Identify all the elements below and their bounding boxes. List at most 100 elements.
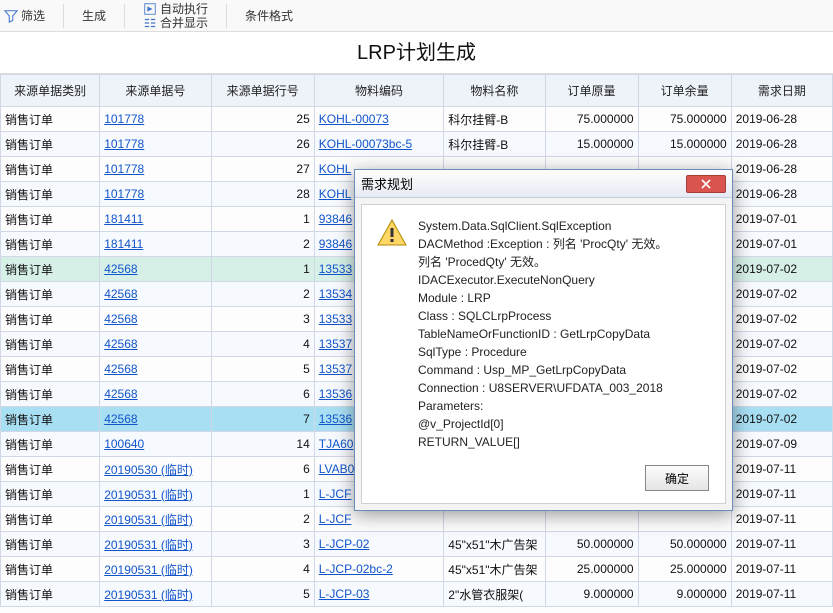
cell-doc-type: 销售订单: [1, 232, 100, 257]
cell-material-code[interactable]: L-JCP-03: [314, 582, 444, 607]
cell-doc-no[interactable]: 20190530 (临时): [100, 457, 211, 482]
close-icon: [701, 179, 711, 189]
toolbar: 筛选 生成 自动执行 合并显示 条件格式: [0, 0, 833, 32]
cell-doc-no[interactable]: 42568: [100, 357, 211, 382]
column-header[interactable]: 来源单据行号: [211, 75, 314, 107]
merge-display-button[interactable]: 合并显示: [143, 16, 208, 30]
cell-doc-no[interactable]: 42568: [100, 407, 211, 432]
cell-remain-qty: 75.000000: [638, 107, 731, 132]
cell-doc-no[interactable]: 42568: [100, 382, 211, 407]
cell-doc-no[interactable]: 42568: [100, 257, 211, 282]
cell-doc-no[interactable]: 20190531 (临时): [100, 582, 211, 607]
table-row[interactable]: 销售订单20190531 (临时)4L-JCP-02bc-245"x51"木广告…: [1, 557, 833, 582]
table-row[interactable]: 销售订单20190531 (临时)3L-JCP-0245"x51"木广告架50.…: [1, 532, 833, 557]
cell-demand-date: 2019-07-11: [731, 582, 832, 607]
cell-doc-no[interactable]: 101778: [100, 157, 211, 182]
generate-label: 生成: [82, 7, 106, 24]
cell-doc-no[interactable]: 20190531 (临时): [100, 507, 211, 532]
cell-doc-no[interactable]: 101778: [100, 132, 211, 157]
cell-doc-no[interactable]: 20190531 (临时): [100, 482, 211, 507]
cell-doc-type: 销售订单: [1, 557, 100, 582]
cell-doc-type: 销售订单: [1, 407, 100, 432]
cond-format-button[interactable]: 条件格式: [245, 7, 293, 24]
cell-doc-no[interactable]: 20190531 (临时): [100, 532, 211, 557]
dialog-ok-button[interactable]: 确定: [645, 465, 709, 491]
column-header[interactable]: 物料名称: [444, 75, 545, 107]
cell-line-no: 14: [211, 432, 314, 457]
cell-line-no: 1: [211, 482, 314, 507]
cell-line-no: 5: [211, 582, 314, 607]
cell-line-no: 6: [211, 382, 314, 407]
column-header[interactable]: 来源单据号: [100, 75, 211, 107]
cell-remain-qty: 9.000000: [638, 582, 731, 607]
cell-line-no: 28: [211, 182, 314, 207]
autorun-label: 自动执行: [160, 2, 208, 16]
table-row[interactable]: 销售订单10177826KOHL-00073bc-5科尔挂臂-B15.00000…: [1, 132, 833, 157]
cell-material-code[interactable]: KOHL-00073bc-5: [314, 132, 444, 157]
table-row[interactable]: 销售订单10177825KOHL-00073科尔挂臂-B75.00000075.…: [1, 107, 833, 132]
cell-material-name: 45"x51"木广告架: [444, 532, 545, 557]
cell-line-no: 2: [211, 232, 314, 257]
cell-line-no: 7: [211, 407, 314, 432]
merge-icon: [143, 16, 157, 30]
cell-doc-no[interactable]: 42568: [100, 307, 211, 332]
cell-doc-type: 销售订单: [1, 182, 100, 207]
column-header[interactable]: 需求日期: [731, 75, 832, 107]
cell-remain-qty: 25.000000: [638, 557, 731, 582]
dialog-body: System.Data.SqlClient.SqlException DACMe…: [361, 204, 726, 504]
cond-format-label: 条件格式: [245, 7, 293, 24]
cell-doc-no[interactable]: 101778: [100, 182, 211, 207]
column-header[interactable]: 订单余量: [638, 75, 731, 107]
cell-doc-type: 销售订单: [1, 582, 100, 607]
filter-label: 筛选: [21, 7, 45, 24]
cell-order-qty: 75.000000: [545, 107, 638, 132]
cell-doc-type: 销售订单: [1, 482, 100, 507]
cell-doc-no[interactable]: 42568: [100, 332, 211, 357]
cell-demand-date: 2019-07-01: [731, 232, 832, 257]
warning-icon: [376, 217, 408, 249]
column-header[interactable]: 订单原量: [545, 75, 638, 107]
cell-doc-no[interactable]: 20190531 (临时): [100, 557, 211, 582]
cell-demand-date: 2019-07-02: [731, 332, 832, 357]
cell-line-no: 3: [211, 307, 314, 332]
cell-line-no: 1: [211, 207, 314, 232]
cell-doc-type: 销售订单: [1, 282, 100, 307]
cell-line-no: 27: [211, 157, 314, 182]
cell-material-code[interactable]: L-JCP-02bc-2: [314, 557, 444, 582]
cell-doc-no[interactable]: 42568: [100, 282, 211, 307]
generate-button[interactable]: 生成: [82, 7, 106, 24]
cell-doc-type: 销售订单: [1, 357, 100, 382]
column-header[interactable]: 来源单据类别: [1, 75, 100, 107]
dialog-title-bar[interactable]: 需求规划: [355, 170, 732, 198]
cell-doc-no[interactable]: 100640: [100, 432, 211, 457]
autorun-button[interactable]: 自动执行: [143, 2, 208, 16]
cell-doc-no[interactable]: 101778: [100, 107, 211, 132]
cell-line-no: 5: [211, 357, 314, 382]
cell-line-no: 2: [211, 282, 314, 307]
cell-demand-date: 2019-06-28: [731, 107, 832, 132]
cell-demand-date: 2019-06-28: [731, 182, 832, 207]
cell-line-no: 25: [211, 107, 314, 132]
cell-order-qty: 9.000000: [545, 582, 638, 607]
cell-material-code[interactable]: KOHL-00073: [314, 107, 444, 132]
cell-remain-qty: 50.000000: [638, 532, 731, 557]
cell-doc-type: 销售订单: [1, 107, 100, 132]
cell-doc-no[interactable]: 181411: [100, 207, 211, 232]
cell-demand-date: 2019-07-11: [731, 532, 832, 557]
table-row[interactable]: 销售订单20190531 (临时)5L-JCP-032"水管衣服架(9.0000…: [1, 582, 833, 607]
column-header[interactable]: 物料编码: [314, 75, 444, 107]
cell-remain-qty: 15.000000: [638, 132, 731, 157]
cell-material-code[interactable]: L-JCP-02: [314, 532, 444, 557]
cell-doc-type: 销售订单: [1, 507, 100, 532]
cell-doc-type: 销售订单: [1, 207, 100, 232]
cell-material-name: 45"x51"木广告架: [444, 557, 545, 582]
cell-demand-date: 2019-07-02: [731, 382, 832, 407]
error-dialog: 需求规划 System.Data.SqlClient.SqlException …: [354, 169, 733, 511]
cell-doc-no[interactable]: 181411: [100, 232, 211, 257]
cell-demand-date: 2019-06-28: [731, 132, 832, 157]
cell-line-no: 3: [211, 532, 314, 557]
filter-button[interactable]: 筛选: [4, 7, 45, 24]
dialog-close-button[interactable]: [686, 175, 726, 193]
cell-demand-date: 2019-07-11: [731, 482, 832, 507]
cell-order-qty: 50.000000: [545, 532, 638, 557]
